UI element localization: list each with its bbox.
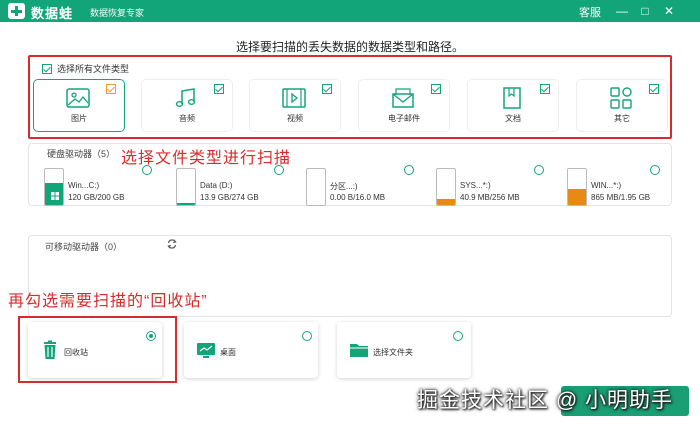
file-types-panel: 选择所有文件类型 图片 音频 视频 电子邮件 文档 其它 (28, 55, 672, 139)
annotation-recycle: 再勾选需要扫描的“回收站” (8, 293, 208, 310)
file-type-label: 电子邮件 (388, 114, 420, 123)
drive-radio[interactable] (274, 165, 284, 175)
drive-size: 120 GB/200 GB (68, 193, 125, 202)
music-icon (175, 88, 196, 107)
drive-size: 13.9 GB/274 GB (200, 193, 259, 202)
location-desktop[interactable]: 桌面 (184, 322, 318, 378)
drive-radio[interactable] (534, 165, 544, 175)
file-type-other[interactable]: 其它 (577, 80, 667, 131)
file-type-label: 图片 (71, 114, 87, 123)
folder-icon (350, 344, 368, 357)
hard-drives-label: 硬盘驱动器（5） (47, 149, 116, 159)
video-icon (282, 88, 306, 108)
removable-drives-label: 可移动驱动器（0） (45, 242, 123, 252)
checkbox-checked-icon[interactable] (540, 84, 550, 94)
desktop-icon (197, 343, 215, 358)
checkbox-checked-icon (42, 63, 52, 74)
drive-icon (436, 168, 456, 206)
drive-size: 865 MB/1.95 GB (591, 193, 651, 202)
app-subtitle: 数据恢复专家 (90, 8, 145, 18)
mail-icon (392, 88, 414, 108)
drive-usage-fill (437, 199, 455, 205)
minimize-button[interactable]: — (613, 2, 631, 20)
checkbox-checked-icon[interactable] (649, 84, 659, 94)
file-type-label: 视频 (287, 114, 303, 123)
drive-name: 分区...:) (330, 182, 358, 191)
checkbox-checked-icon[interactable] (214, 84, 224, 94)
support-button[interactable]: 客服 (579, 4, 601, 20)
other-icon (610, 87, 632, 109)
file-type-label: 其它 (614, 114, 630, 123)
location-select-folder[interactable]: 选择文件夹 (337, 322, 471, 378)
drive-name: WIN...*:) (591, 181, 622, 190)
location-label: 桌面 (220, 348, 236, 357)
document-icon (503, 87, 521, 109)
file-type-video[interactable]: 视频 (250, 80, 340, 131)
image-icon (66, 88, 90, 108)
file-type-document[interactable]: 文档 (468, 80, 558, 131)
drive-radio[interactable] (142, 165, 152, 175)
file-type-email[interactable]: 电子邮件 (359, 80, 449, 131)
drive-icon (176, 168, 196, 206)
file-type-audio[interactable]: 音频 (142, 80, 232, 131)
maximize-button[interactable]: □ (636, 2, 654, 20)
watermark-text: 掘金技术社区 @ 小明助手 (417, 389, 673, 412)
location-label: 选择文件夹 (373, 348, 413, 357)
recycle-bin-highlight (18, 316, 177, 383)
drive-radio[interactable] (650, 165, 660, 175)
app-logo-icon (8, 3, 25, 19)
location-radio[interactable] (453, 331, 463, 341)
drive-icon (567, 168, 587, 206)
drive-icon (44, 168, 64, 206)
windows-icon (51, 192, 59, 200)
drive-usage-fill (177, 203, 195, 205)
app-name: 数据蛙 (31, 6, 74, 21)
checkbox-checked-icon[interactable] (106, 84, 116, 94)
drive-icon (306, 168, 326, 206)
location-radio[interactable] (302, 331, 312, 341)
drive-name: Win...C:) (68, 181, 100, 190)
checkbox-checked-icon[interactable] (322, 84, 332, 94)
file-type-image[interactable]: 图片 (34, 80, 124, 131)
checkbox-checked-icon[interactable] (431, 84, 441, 94)
drive-size: 0.00 B/16.0 MB (330, 193, 386, 202)
page-heading: 选择要扫描的丢失数据的数据类型和路径。 (235, 40, 464, 54)
drive-name: Data (D:) (200, 181, 233, 190)
refresh-icon[interactable] (166, 238, 178, 250)
select-all-label: 选择所有文件类型 (57, 64, 130, 74)
file-type-label: 文档 (505, 114, 521, 123)
drive-name: SYS...*:) (460, 181, 491, 190)
select-all-checkbox[interactable]: 选择所有文件类型 (42, 62, 129, 75)
drive-radio[interactable] (404, 165, 414, 175)
close-button[interactable]: ✕ (660, 2, 678, 20)
file-type-label: 音频 (179, 114, 195, 123)
title-bar: 数据蛙 数据恢复专家 客服 — □ ✕ (0, 0, 700, 22)
drive-usage-fill (568, 189, 586, 205)
drive-size: 40.9 MB/256 MB (460, 193, 520, 202)
